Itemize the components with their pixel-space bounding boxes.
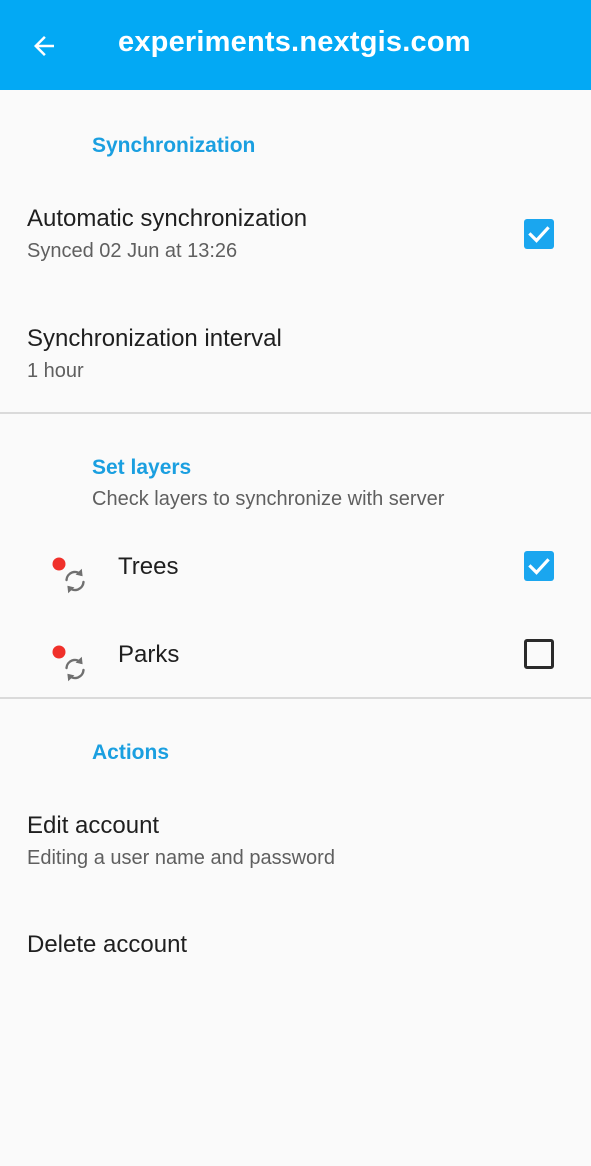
status-dot-icon <box>52 557 66 571</box>
app-bar: experiments.nextgis.com <box>0 0 591 90</box>
layer-name: Parks <box>118 641 180 668</box>
auto-sync-preference[interactable]: Automatic synchronization Synced 02 Jun … <box>0 188 591 288</box>
sync-interval-summary: 1 hour <box>27 360 84 382</box>
sync-layer-icon <box>50 556 90 596</box>
edit-account-summary: Editing a user name and password <box>27 847 335 869</box>
delete-account-title: Delete account <box>27 931 188 958</box>
layer-item-trees[interactable]: Trees <box>0 530 591 610</box>
layer-name: Trees <box>118 553 179 580</box>
category-set-layers-summary: Check layers to synchronize with server <box>92 488 445 510</box>
sync-interval-title: Synchronization interval <box>27 325 282 352</box>
checkmark-icon <box>528 226 550 243</box>
edit-account-preference[interactable]: Edit account Editing a user name and pas… <box>0 796 591 896</box>
page-title: experiments.nextgis.com <box>118 26 471 58</box>
checkmark-icon <box>528 558 550 575</box>
arrow-left-icon <box>34 36 54 56</box>
category-actions: Actions <box>92 741 170 764</box>
auto-sync-title: Automatic synchronization <box>27 205 308 232</box>
sync-layer-icon <box>50 644 90 684</box>
back-button[interactable] <box>20 22 68 70</box>
layer-trees-checkbox[interactable] <box>524 551 554 581</box>
sync-interval-preference[interactable]: Synchronization interval 1 hour <box>0 308 591 408</box>
edit-account-title: Edit account <box>27 812 160 839</box>
divider <box>0 412 591 414</box>
category-synchronization: Synchronization <box>92 134 256 157</box>
auto-sync-summary: Synced 02 Jun at 13:26 <box>27 240 238 262</box>
auto-sync-checkbox[interactable] <box>524 219 554 249</box>
divider <box>0 697 591 699</box>
layer-item-parks[interactable]: Parks <box>0 618 591 698</box>
category-set-layers: Set layers <box>92 456 192 479</box>
settings-screen: experiments.nextgis.com Synchronization … <box>0 0 591 1166</box>
delete-account-preference[interactable]: Delete account <box>0 916 591 986</box>
layer-parks-checkbox[interactable] <box>524 639 554 669</box>
status-dot-icon <box>52 645 66 659</box>
